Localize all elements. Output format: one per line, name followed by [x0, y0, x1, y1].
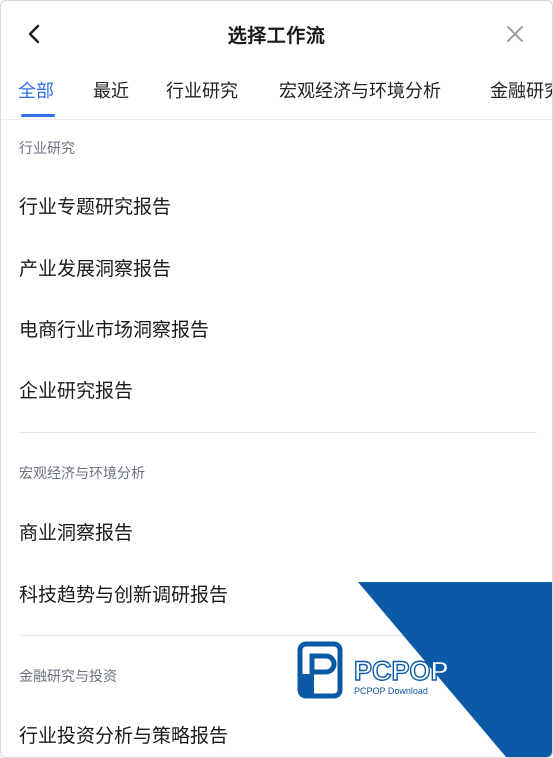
- close-icon: [507, 26, 523, 42]
- tab-industry-research[interactable]: 行业研究: [166, 77, 238, 103]
- tab-all[interactable]: 全部: [18, 77, 54, 103]
- tab-finance-research[interactable]: 金融研究: [490, 77, 552, 103]
- workflow-item[interactable]: 企业研究报告: [19, 376, 133, 403]
- workflow-item[interactable]: 行业专题研究报告: [19, 192, 171, 219]
- pcpop-logo-icon: [297, 641, 343, 699]
- workflow-item[interactable]: 电商行业市场洞察报告: [19, 315, 209, 342]
- section-header-industry: 行业研究: [19, 141, 75, 157]
- watermark-brand: PCPOP下载: [354, 656, 503, 686]
- workflow-item[interactable]: 产业发展洞察报告: [19, 254, 171, 281]
- watermark-logo: PCPOP下载 PCPOP Download: [297, 582, 552, 757]
- workflow-item[interactable]: 科技趋势与创新调研报告: [19, 580, 228, 607]
- tab-macro-economy[interactable]: 宏观经济与环境分析: [279, 77, 441, 103]
- header: 选择工作流: [1, 1, 552, 65]
- workflow-item[interactable]: 行业投资分析与策略报告: [19, 721, 228, 748]
- workflow-selector-panel: 选择工作流 全部 最近 行业研究 宏观经济与环境分析 金融研究 行业研究 行业专…: [0, 0, 553, 758]
- workflow-item[interactable]: 商业洞察报告: [19, 518, 133, 545]
- section-header-finance: 金融研究与投资: [19, 669, 117, 685]
- active-tab-indicator: [21, 114, 55, 117]
- close-button[interactable]: [500, 19, 530, 49]
- section-divider: [19, 635, 537, 636]
- watermark-subtitle: PCPOP Download: [354, 686, 428, 696]
- section-divider: [19, 432, 537, 433]
- tab-recent[interactable]: 最近: [93, 77, 129, 103]
- page-title: 选择工作流: [227, 25, 326, 47]
- category-tabs: 全部 最近 行业研究 宏观经济与环境分析 金融研究: [1, 65, 552, 120]
- section-header-macro: 宏观经济与环境分析: [19, 466, 145, 482]
